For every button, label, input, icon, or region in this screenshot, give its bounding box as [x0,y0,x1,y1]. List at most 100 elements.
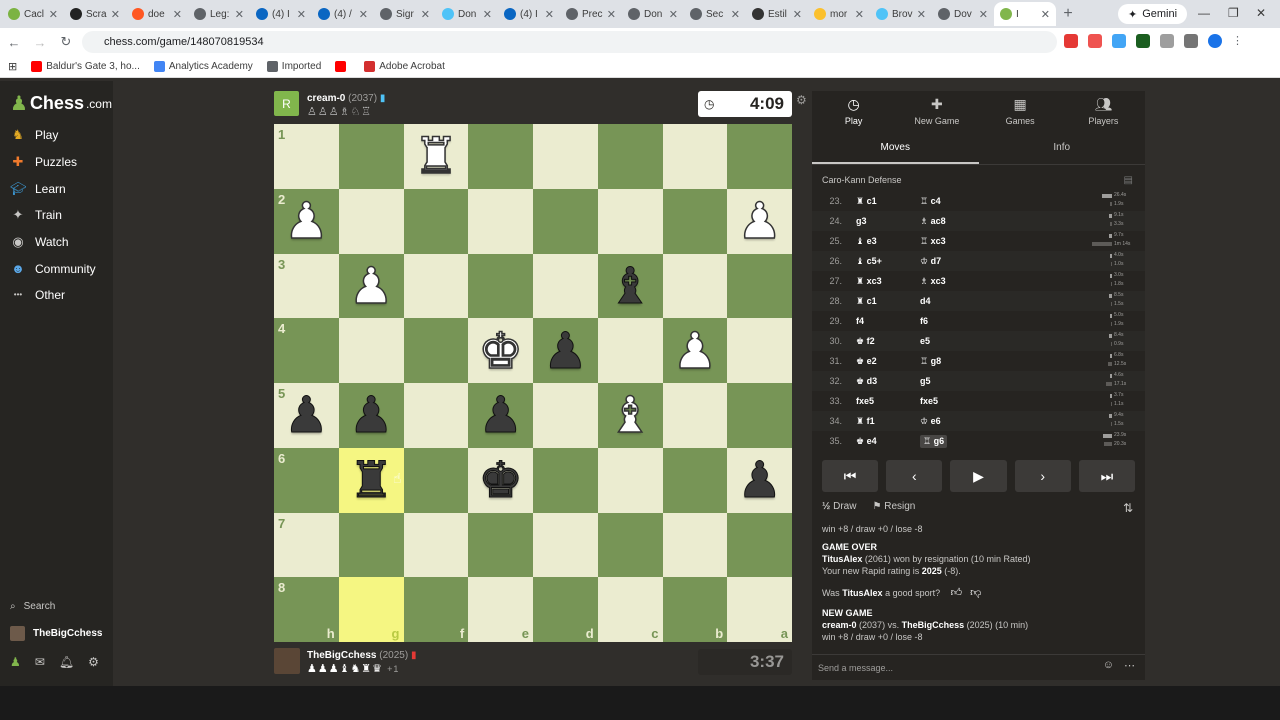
gemini-button[interactable]: ✦ Gemini [1118,4,1188,24]
board-square[interactable] [403,318,469,383]
board-square[interactable] [597,447,663,513]
close-tab-icon[interactable]: ✕ [359,8,368,21]
play-button[interactable]: ▶ [950,460,1007,492]
black-rook-icon[interactable]: ♜ [348,455,394,506]
sidebar-item-other[interactable]: ••• Other [10,288,65,302]
player-name[interactable]: TheBigCchess (2025) ▮ [307,650,416,661]
close-tab-icon[interactable]: ✕ [731,8,740,21]
board-square[interactable]: 5 ♟ [274,383,339,448]
player-avatar[interactable] [274,648,300,674]
book-icon[interactable]: ▤ [1124,175,1133,186]
board-square[interactable] [403,188,469,254]
bookmark-item[interactable]: Analytics Academy [153,61,253,72]
sidebar-item-community[interactable]: ☻ Community [10,261,96,276]
board-square[interactable] [533,447,598,513]
close-window-icon[interactable]: ✕ [1256,6,1266,20]
board-square[interactable] [662,124,728,189]
bookmark-item[interactable]: Baldur's Gate 3, ho... [31,61,140,72]
black-pawn-icon[interactable]: ♟ [542,325,588,376]
board-square[interactable]: ♝ [597,383,663,448]
browser-tab[interactable]: (4) I ✕ [250,2,312,26]
thumbs-down-icon[interactable]: 👎︎ [970,587,981,599]
close-tab-icon[interactable]: ✕ [917,8,926,21]
black-move[interactable]: ♖ g6 [920,434,948,448]
black-pawn-icon[interactable]: ♟ [348,390,394,441]
browser-tab[interactable]: Leg: ✕ [188,2,250,26]
board-square[interactable] [597,318,663,383]
white-move[interactable]: ♜ c1 [856,296,877,307]
white-move[interactable]: ♜ f1 [856,416,875,427]
board-square[interactable]: ♟ [662,318,728,383]
message-input[interactable]: Send a message... [812,654,1145,680]
url-input[interactable]: chess.com/game/148070819534 [82,31,1057,53]
board-square[interactable] [403,512,469,578]
board-square[interactable]: ♟ [727,188,792,254]
minimize-icon[interactable]: — [1198,6,1210,20]
white-move[interactable]: ♝ e3 [856,236,877,247]
bell-icon[interactable]: 🔔︎ [59,655,74,669]
white-pawn-icon[interactable]: ♟ [672,325,718,377]
close-tab-icon[interactable]: ✕ [235,8,244,21]
black-bishop-icon[interactable]: ♝ [607,260,653,311]
black-move[interactable]: g5 [920,376,931,386]
new-tab-icon[interactable]: + [1056,5,1080,23]
search-link[interactable]: ⌕ Search [10,601,55,612]
board-square[interactable]: ♜ [403,124,469,189]
board-square[interactable]: ♟ [338,383,404,448]
tab-moves[interactable]: Moves [812,135,979,164]
browser-tab[interactable]: Don ✕ [436,2,498,26]
browser-tab[interactable]: Cacl ✕ [2,2,64,26]
friends-icon[interactable]: ♟ [10,655,21,669]
white-king-icon[interactable]: ♚ [477,325,523,377]
board-square[interactable] [468,124,533,189]
first-move-button[interactable]: ⏮ [822,460,879,492]
chess-logo[interactable]: ♟ Chess .com [10,91,112,116]
close-tab-icon[interactable]: ✕ [855,8,864,21]
browser-tab[interactable]: Prec ✕ [560,2,622,26]
close-tab-icon[interactable]: ✕ [49,8,58,21]
sidepanel-icon[interactable] [1184,34,1198,48]
white-move[interactable]: ♚ e4 [856,436,877,447]
white-pawn-icon[interactable]: ♟ [736,195,782,247]
board-square[interactable]: ♟ [727,447,792,513]
board-square[interactable] [533,188,598,254]
black-move[interactable]: ♔ e6 [920,416,941,427]
browser-tab[interactable]: Don ✕ [622,2,684,26]
close-tab-icon[interactable]: ✕ [173,8,182,21]
board-square[interactable]: 6 [274,447,339,513]
board-square[interactable] [403,253,469,319]
sidebar-item-learn[interactable]: 🎓︎ Learn [10,181,66,197]
white-rook-icon[interactable]: ♜ [413,131,459,183]
close-tab-icon[interactable]: ✕ [669,8,678,21]
white-move[interactable]: ♜ c1 [856,196,877,207]
board-square[interactable] [597,124,663,189]
board-square[interactable]: ♚ [468,447,533,513]
close-tab-icon[interactable]: ✕ [1041,8,1050,21]
board-square[interactable] [338,188,404,254]
next-move-button[interactable]: › [1014,460,1071,492]
board-square[interactable] [533,512,598,578]
board-square[interactable]: c [597,577,663,642]
profile-avatar[interactable] [1208,34,1222,48]
black-king-icon[interactable]: ♚ [478,455,524,506]
white-pawn-icon[interactable]: ♟ [283,195,329,247]
black-move[interactable]: f6 [920,316,928,326]
white-move[interactable]: ♝ c5+ [856,256,882,267]
board-square[interactable] [468,188,533,254]
extension-icon[interactable] [1064,34,1078,48]
board-square[interactable] [468,253,533,319]
white-move[interactable]: fxe5 [856,396,874,406]
bookmark-item[interactable] [335,61,350,72]
board-square[interactable]: 7 [274,512,339,578]
black-move[interactable]: e5 [920,336,930,346]
tab-games[interactable]: ▦ Games [979,91,1062,131]
sidebar-item-train[interactable]: ✦ Train [10,207,62,223]
maximize-icon[interactable]: ❐ [1228,6,1239,20]
board-square[interactable]: ♝ [597,253,663,319]
chess-board[interactable]: 1 ♜ 2 ♟ ♟ 3 ♟ ♝ 4 ♚ ♟ ♟ 5 ♟ ♟ ♟ ♝ 6 ♜ ♚ ♟ 7 8 h g f e d c b a [274,124,792,642]
bookmark-item[interactable]: Adobe Acrobat [364,61,445,72]
white-bishop-icon[interactable]: ♝ [607,390,653,442]
browser-tab[interactable]: Scra ✕ [64,2,126,26]
tab-play[interactable]: ◷ Play [812,91,895,131]
board-square[interactable] [727,124,792,189]
